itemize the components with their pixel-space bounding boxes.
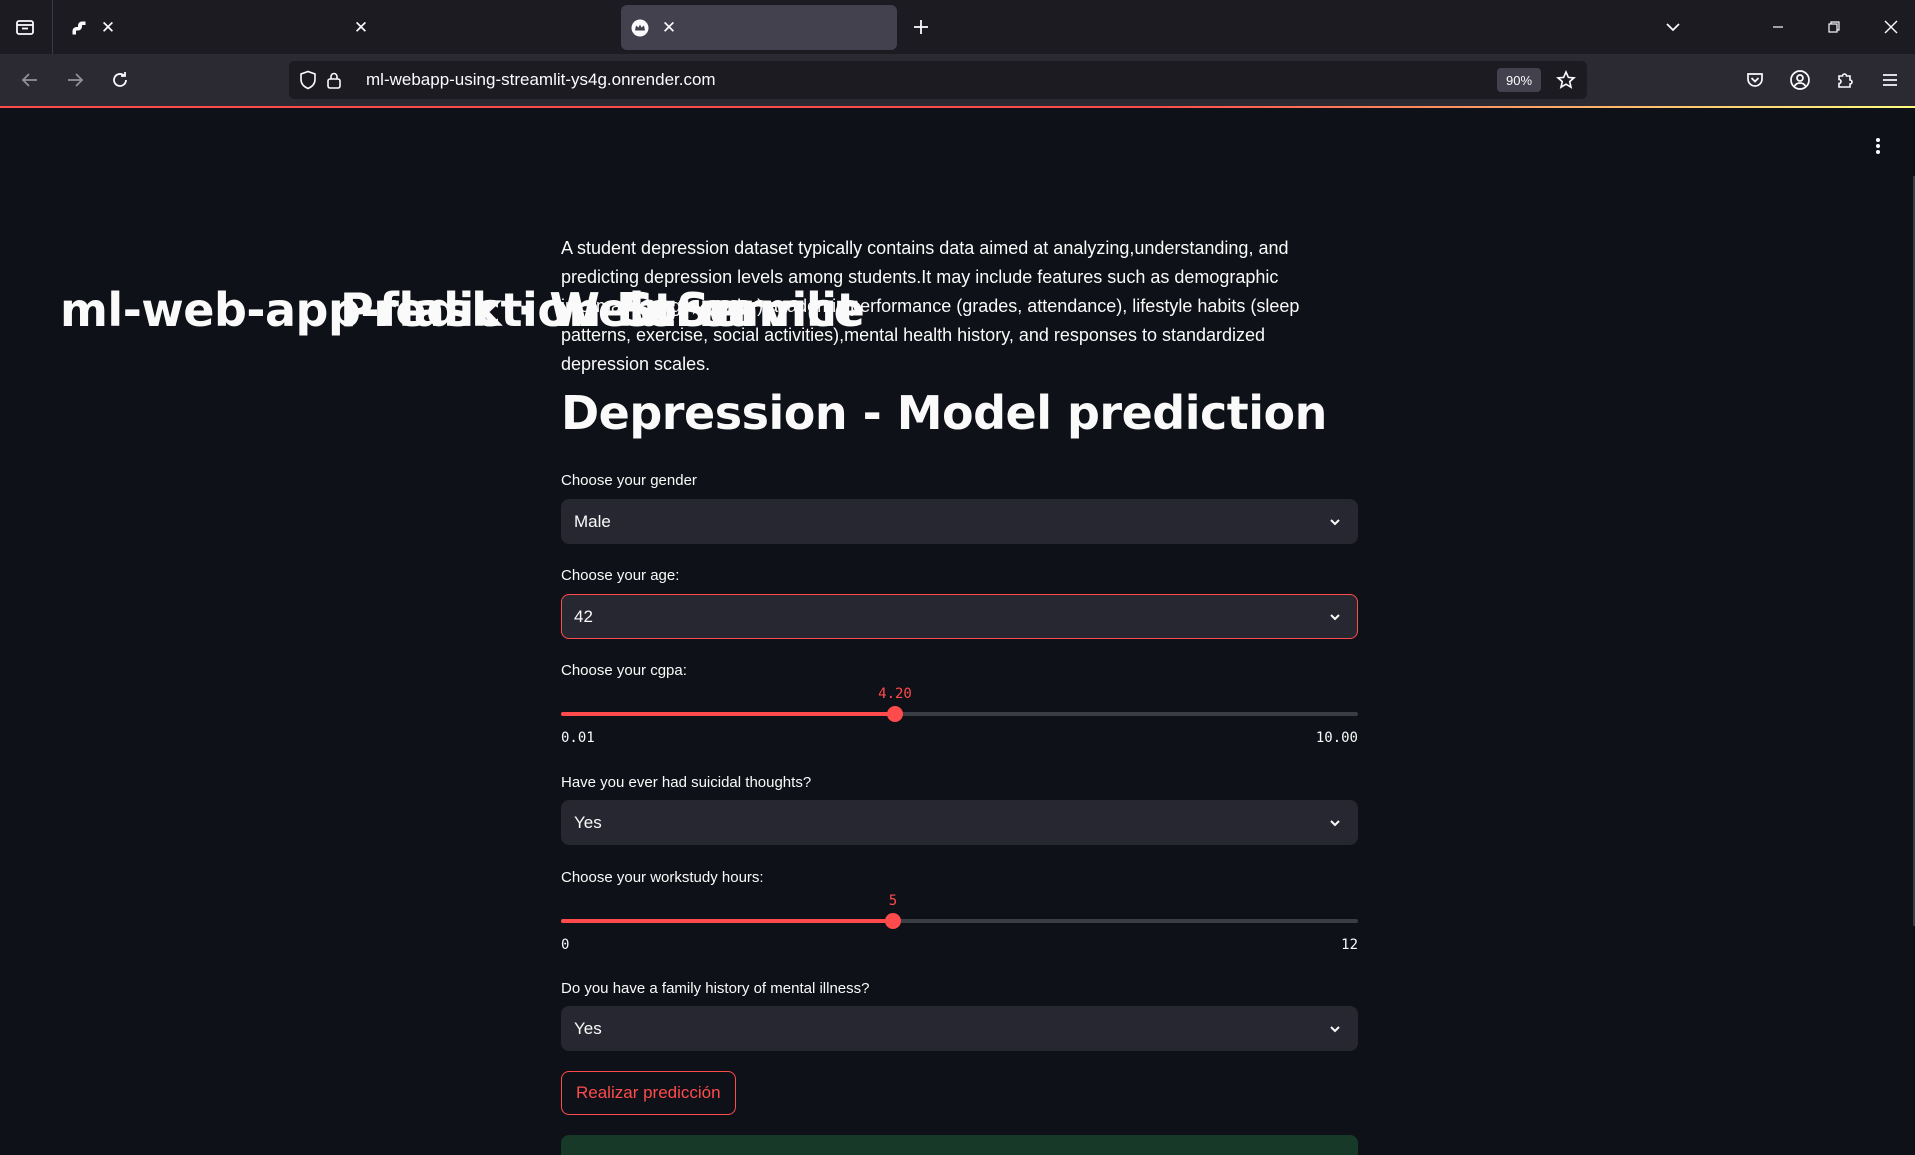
close-tab-icon[interactable]: ✕ — [350, 17, 372, 39]
predict-button[interactable]: Realizar predicción — [561, 1071, 736, 1115]
intro-paragraph: A student depression dataset typically c… — [561, 238, 1300, 374]
gender-select-value: Male — [574, 511, 611, 531]
tracking-protection-shield-icon[interactable] — [295, 67, 321, 93]
slider-min-label: 0 — [561, 937, 570, 953]
new-tab-plus-icon[interactable] — [906, 12, 936, 42]
prediction-result-box — [561, 1135, 1358, 1155]
tab-prediction-form[interactable]: Prediction Form ✕ — [340, 5, 746, 338]
slider-current-value: 5 — [888, 893, 898, 909]
tab-ml-web-app-flask[interactable]: ml-web-app-flask · Web Service ✕ — [60, 5, 864, 338]
zoom-level-badge[interactable]: 90% — [1497, 68, 1541, 92]
lock-icon[interactable] — [321, 67, 347, 93]
close-tab-icon[interactable]: ✕ — [97, 17, 119, 39]
slider-thumb[interactable] — [887, 706, 903, 722]
chevron-down-icon — [1325, 1019, 1345, 1039]
back-arrow-icon[interactable] — [12, 62, 48, 98]
bookmark-star-icon[interactable] — [1553, 67, 1579, 93]
gender-select[interactable]: Male — [561, 499, 1358, 544]
forward-arrow-icon[interactable] — [57, 62, 93, 98]
family-history-select-value: Yes — [574, 1018, 602, 1038]
slider-current-value: 4.20 — [878, 686, 912, 702]
cgpa-slider[interactable]: 4.20 0.01 10.00 — [561, 686, 1358, 756]
workstudy-label: Choose your workstudy hours: — [561, 869, 764, 886]
slider-max-label: 12 — [1341, 937, 1358, 953]
extensions-puzzle-icon[interactable] — [1827, 62, 1863, 98]
minimize-window-icon[interactable] — [1761, 10, 1795, 44]
workstudy-slider[interactable]: 5 0 12 — [561, 893, 1358, 963]
suicidal-thoughts-select-value: Yes — [574, 812, 602, 832]
browser-tab-bar: ml-web-app-flask · Web Service ✕ Predict… — [0, 0, 1915, 338]
streamlit-crown-icon — [631, 19, 649, 37]
browser-nav-bar: ml-webapp-using-streamlit-ys4g.onrender.… — [0, 54, 1915, 106]
url-text[interactable]: ml-webapp-using-streamlit-ys4g.onrender.… — [366, 70, 716, 90]
app-kebab-menu-icon[interactable] — [1866, 134, 1890, 158]
slider-fill — [561, 712, 895, 716]
render-logo-icon — [70, 19, 88, 37]
age-select-value: 42 — [574, 606, 593, 626]
chevron-down-icon — [1325, 512, 1345, 532]
pocket-icon[interactable] — [1737, 62, 1773, 98]
list-all-tabs-chevron-icon[interactable] — [1656, 10, 1690, 44]
close-window-icon[interactable] — [1874, 10, 1908, 44]
chevron-down-icon — [1325, 813, 1345, 833]
page-title: Depression - Model prediction — [561, 386, 1327, 440]
reload-icon[interactable] — [102, 62, 138, 98]
suicidal-thoughts-select[interactable]: Yes — [561, 800, 1358, 845]
firefox-view-icon[interactable] — [8, 10, 42, 44]
page-load-accent-line — [0, 106, 1915, 108]
account-avatar-icon[interactable] — [1782, 62, 1818, 98]
tab-separator — [52, 0, 53, 54]
slider-max-label: 10.00 — [1315, 730, 1358, 746]
age-select[interactable]: 42 — [561, 594, 1358, 639]
slider-thumb[interactable] — [885, 913, 901, 929]
suicidal-thoughts-label: Have you ever had suicidal thoughts? — [561, 774, 812, 791]
family-history-label: Do you have a family history of mental i… — [561, 980, 870, 997]
tab-streamlit[interactable]: Streamlit ✕ — [621, 5, 897, 337]
address-bar[interactable]: ml-webapp-using-streamlit-ys4g.onrender.… — [289, 61, 1587, 99]
chevron-down-icon — [1325, 607, 1345, 627]
family-history-select[interactable]: Yes — [561, 1006, 1358, 1051]
gender-label: Choose your gender — [561, 472, 697, 489]
cgpa-label: Choose your cgpa: — [561, 662, 687, 679]
age-label: Choose your age: — [561, 567, 680, 584]
close-tab-icon[interactable]: ✕ — [658, 17, 680, 39]
slider-fill — [561, 919, 893, 923]
restore-window-icon[interactable] — [1817, 10, 1851, 44]
slider-min-label: 0.01 — [561, 730, 595, 746]
hamburger-menu-icon[interactable] — [1872, 62, 1908, 98]
